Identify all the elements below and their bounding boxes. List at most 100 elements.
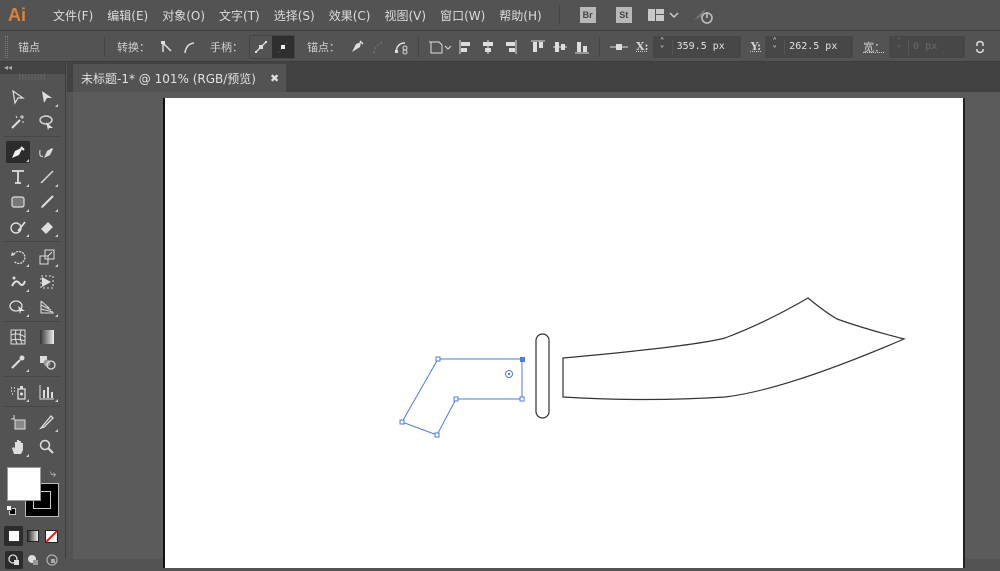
- y-field[interactable]: ˄ ˅: [765, 35, 854, 58]
- menu-edit[interactable]: 编辑(E): [100, 7, 155, 24]
- gradient-tool[interactable]: [35, 326, 59, 348]
- perspective-grid-tool[interactable]: [35, 296, 59, 318]
- link-icon: [976, 40, 984, 53]
- constrain-link-button[interactable]: [969, 36, 991, 58]
- artboard-tool[interactable]: [6, 411, 30, 433]
- eyedropper-tool[interactable]: [6, 351, 30, 373]
- anchor-point-selected[interactable]: [520, 357, 525, 362]
- anchor-point[interactable]: [434, 432, 440, 438]
- rectangle-tool[interactable]: [6, 191, 30, 213]
- eraser-tool[interactable]: [35, 216, 59, 238]
- y-stepper-icon[interactable]: ˄ ˅: [765, 37, 786, 55]
- convert-to-corner-button[interactable]: [156, 36, 178, 58]
- knife-handle-path[interactable]: [399, 356, 525, 438]
- slice-tool[interactable]: [35, 411, 59, 433]
- show-handles-button[interactable]: [250, 36, 272, 58]
- shaper-tool[interactable]: [6, 216, 30, 238]
- none-mode-button[interactable]: [42, 526, 61, 546]
- convert-to-smooth-button[interactable]: [178, 36, 200, 58]
- menu-view[interactable]: 视图(V): [377, 7, 433, 24]
- menu-help[interactable]: 帮助(H): [492, 7, 548, 24]
- bridge-button[interactable]: Br: [579, 7, 596, 23]
- align-left-button[interactable]: [455, 36, 477, 58]
- line-tool[interactable]: [35, 166, 59, 188]
- scissors-path-icon: [395, 41, 408, 54]
- draw-normal-button[interactable]: [4, 551, 23, 569]
- hand-tool[interactable]: [6, 436, 30, 458]
- scale-tool[interactable]: [35, 246, 59, 268]
- anchor-point[interactable]: [435, 356, 441, 362]
- swap-fill-stroke-icon[interactable]: ⤷: [50, 467, 56, 481]
- artboard[interactable]: [165, 98, 963, 568]
- menu-window[interactable]: 窗口(W): [433, 7, 492, 24]
- draw-inside-button[interactable]: [43, 551, 61, 569]
- isolate-button[interactable]: [425, 36, 455, 58]
- menu-effect[interactable]: 效果(C): [322, 7, 378, 24]
- close-tab-icon[interactable]: ✖: [270, 72, 279, 85]
- shape-builder-tool[interactable]: [6, 296, 30, 318]
- knife-blade-shape[interactable]: [562, 297, 906, 401]
- menu-type[interactable]: 文字(T): [212, 7, 267, 24]
- menu-file[interactable]: 文件(F): [46, 7, 100, 24]
- stock-button[interactable]: St: [615, 7, 632, 23]
- curvature-tool[interactable]: [35, 141, 59, 163]
- layout-icon: [647, 9, 664, 21]
- align-hcenter-icon: [483, 39, 493, 54]
- connect-endpoints-button[interactable]: [368, 36, 390, 58]
- collapse-panel-button[interactable]: ◂◂: [0, 62, 65, 74]
- free-transform-tool[interactable]: [35, 271, 59, 293]
- blend-tool[interactable]: [35, 351, 59, 373]
- pen-tool[interactable]: [6, 140, 31, 163]
- cut-path-button[interactable]: [390, 36, 412, 58]
- align-top-button[interactable]: [527, 36, 549, 58]
- mesh-tool[interactable]: [6, 326, 30, 348]
- canvas-area[interactable]: [73, 92, 1000, 568]
- gradient-mode-button[interactable]: [23, 526, 42, 546]
- symbol-sprayer-tool[interactable]: [6, 381, 30, 403]
- anchor-point[interactable]: [453, 396, 459, 402]
- control-bar-grip[interactable]: [5, 35, 8, 58]
- anchor-point[interactable]: [519, 396, 525, 402]
- zoom-tool[interactable]: [35, 436, 59, 458]
- column-graph-tool[interactable]: [35, 381, 59, 403]
- blend-icon: [39, 355, 56, 370]
- align-vcenter-button[interactable]: [549, 36, 571, 58]
- draw-behind-button[interactable]: [24, 551, 42, 569]
- x-field[interactable]: ˄ ˅: [652, 35, 741, 58]
- direct-selection-tool[interactable]: [35, 86, 59, 108]
- shaper-icon: [10, 220, 26, 234]
- color-mode-button[interactable]: [4, 526, 23, 546]
- workspace-layout-button[interactable]: [647, 9, 680, 21]
- rotate-tool[interactable]: [6, 246, 30, 268]
- document-tab[interactable]: 未标题-1* @ 101% (RGB/预览) ✖: [73, 64, 286, 92]
- puppet-warp-tool[interactable]: [6, 271, 30, 293]
- x-input[interactable]: [672, 41, 741, 52]
- panel-grip[interactable]: |||||||||: [0, 74, 65, 84]
- paintbrush-tool[interactable]: [35, 191, 59, 213]
- align-bottom-button[interactable]: [571, 36, 593, 58]
- reference-point-button[interactable]: [606, 36, 632, 58]
- sync-button[interactable]: [692, 6, 714, 24]
- align-hcenter-button[interactable]: [477, 36, 499, 58]
- y-input[interactable]: [785, 41, 854, 52]
- handles-toggle-group: [249, 34, 295, 59]
- magic-wand-tool[interactable]: [6, 111, 30, 133]
- type-tool[interactable]: [6, 166, 30, 188]
- menu-select[interactable]: 选择(S): [267, 7, 322, 24]
- hide-handles-button[interactable]: [272, 35, 294, 58]
- menu-object[interactable]: 对象(O): [155, 7, 212, 24]
- scale-icon: [39, 249, 55, 264]
- default-fill-stroke-icon[interactable]: [6, 505, 16, 515]
- lasso-tool[interactable]: [35, 111, 59, 133]
- knife-guard-shape[interactable]: [535, 333, 550, 419]
- align-right-button[interactable]: [499, 36, 521, 58]
- width-field[interactable]: ˄ ˅: [889, 35, 966, 58]
- width-stepper-icon[interactable]: ˄ ˅: [889, 37, 910, 55]
- fill-swatch[interactable]: [7, 467, 41, 501]
- document-tab-strip: 未标题-1* @ 101% (RGB/预览) ✖: [67, 62, 1000, 92]
- remove-anchor-button[interactable]: [346, 36, 368, 58]
- x-stepper-icon[interactable]: ˄ ˅: [653, 37, 673, 55]
- width-input[interactable]: [909, 41, 966, 52]
- anchor-point[interactable]: [399, 419, 405, 425]
- selection-tool[interactable]: [6, 86, 30, 108]
